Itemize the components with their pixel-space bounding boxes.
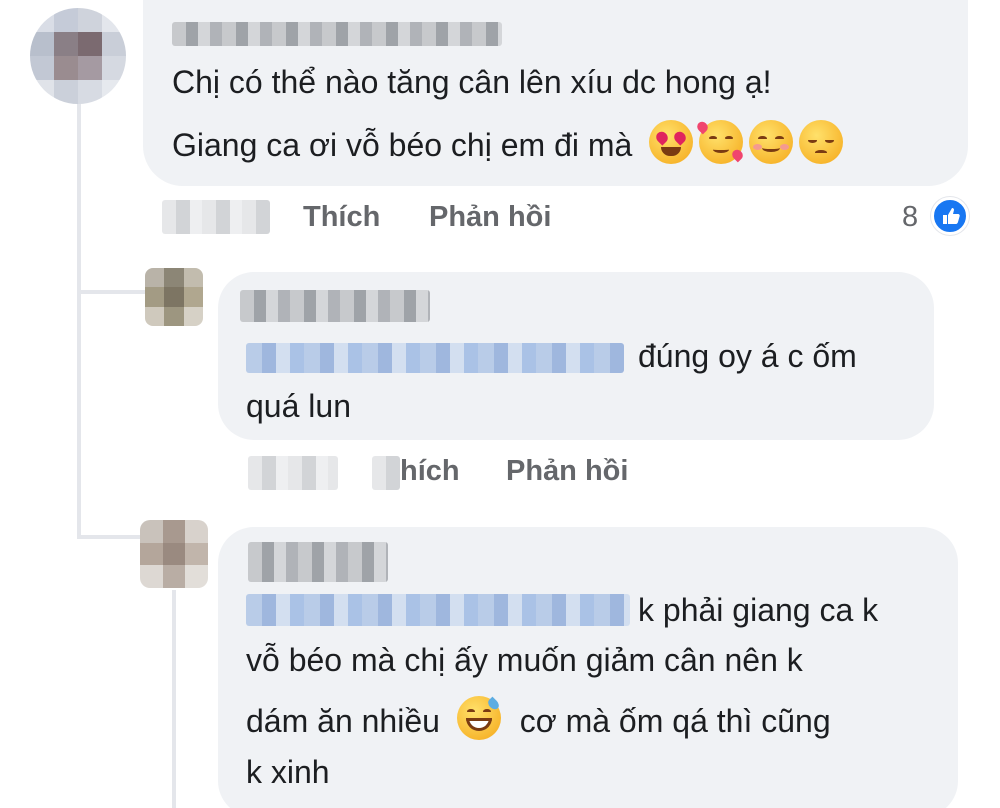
reply2-text-line-3b: cơ mà ốm qá thì cũng	[519, 703, 831, 739]
reply2-text-line-2: vỗ béo mà chị ấy muốn giảm cân nên k	[246, 642, 803, 678]
reply2-mention-blurred[interactable]	[246, 594, 630, 626]
reply2-text-line-4: k xinh	[246, 754, 330, 790]
comment-text-line-2-wrap: Giang ca ơi vỗ béo chị em đi mà	[172, 119, 849, 169]
commenter-avatar[interactable]	[30, 8, 126, 104]
reply2-text-line-3-wrap: dám ăn nhiều cơ mà ốm qá thì cũng	[246, 696, 831, 745]
reply2-text-line-3a: dám ăn nhiều	[246, 703, 440, 739]
reply1-text-line-1: đúng oy á c ốm	[638, 338, 857, 374]
reply1-avatar[interactable]	[145, 268, 203, 326]
reply1-name-blurred[interactable]	[240, 290, 430, 322]
reply1-timestamp-blurred[interactable]	[248, 456, 338, 490]
comment-like-link[interactable]: Thích	[303, 201, 380, 234]
comment-text-line-1: Chị có thể nào tăng cân lên xíu dc hong …	[172, 64, 772, 100]
heart-eyes-emoji-icon	[649, 120, 694, 164]
pensive-emoji-icon	[799, 120, 844, 164]
thread-line-curve-2	[77, 535, 147, 539]
reply2-text-line-1: k phải giang ca k	[638, 592, 879, 628]
comment-text-line-2: Giang ca ơi vỗ béo chị em đi mà	[172, 127, 633, 163]
comment-reaction-count[interactable]: 8	[902, 201, 918, 234]
grinning-sweat-emoji-icon	[456, 696, 501, 740]
reply1-mention-blurred[interactable]	[246, 343, 624, 373]
thread-line-reply2	[172, 590, 176, 808]
comment-reply-link[interactable]: Phản hồi	[429, 201, 551, 234]
blush-emoji-icon	[749, 120, 794, 164]
thumbs-up-icon[interactable]	[931, 197, 969, 235]
reply2-avatar[interactable]	[140, 520, 208, 588]
thread-line-curve-1	[77, 290, 147, 294]
smiling-hearts-emoji-icon	[695, 119, 746, 164]
reply2-name-blurred[interactable]	[248, 542, 388, 582]
comment-timestamp-blurred[interactable]	[162, 200, 270, 234]
reply1-like-link[interactable]: hích	[400, 455, 460, 488]
commenter-name-blurred[interactable]	[172, 22, 502, 46]
reply1-text-line-2: quá lun	[246, 388, 351, 424]
thread-line-vertical	[77, 80, 81, 535]
reply1-reply-link[interactable]: Phản hồi	[506, 455, 628, 488]
reply1-like-letter-blurred	[372, 456, 400, 490]
